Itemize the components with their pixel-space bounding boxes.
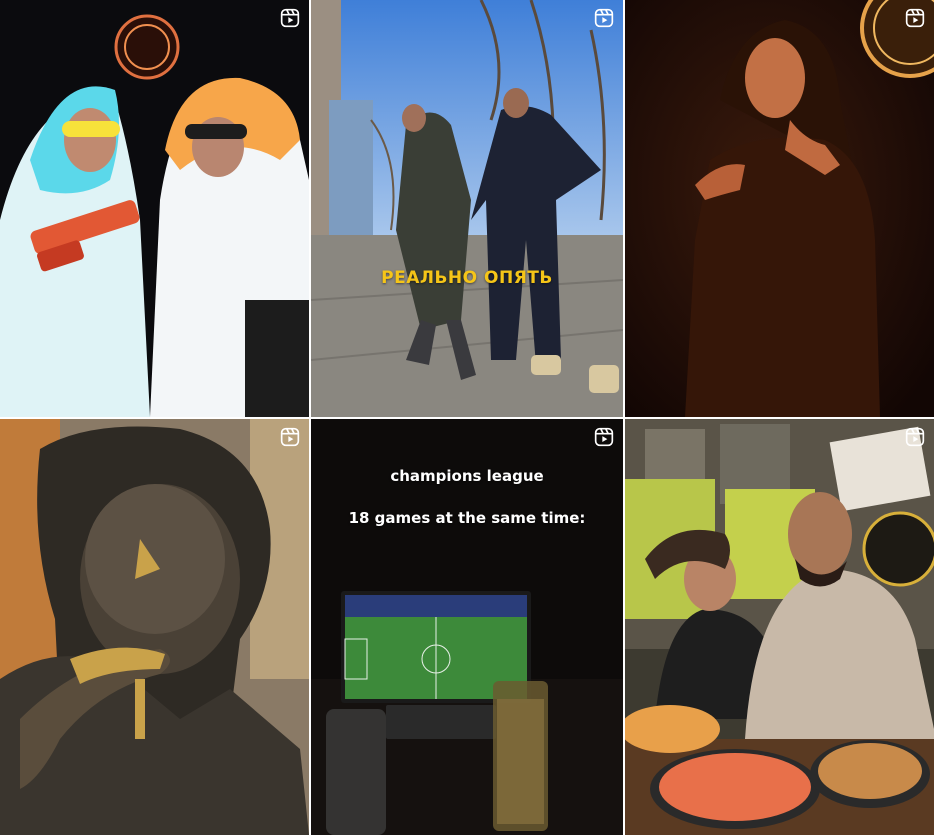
- reel-tile-6[interactable]: [625, 419, 934, 835]
- reel-thumbnail-6: [625, 419, 934, 835]
- reel-icon: [594, 8, 614, 28]
- reel-thumbnail-2: [311, 0, 623, 417]
- reel-icon: [905, 427, 925, 447]
- reel-tile-5[interactable]: champions league 18 games at the same ti…: [311, 419, 623, 835]
- reel-tile-4[interactable]: [0, 419, 309, 835]
- reel-tile-3[interactable]: [625, 0, 934, 417]
- reel-tile-2[interactable]: РЕАЛЬНО ОПЯТЬ: [311, 0, 623, 417]
- reel-thumbnail-3: [625, 0, 934, 417]
- reel-icon: [594, 427, 614, 447]
- reel-caption-line-2: 18 games at the same time:: [348, 509, 586, 527]
- reel-thumbnail-4: [0, 419, 309, 835]
- reels-grid: РЕАЛЬНО ОПЯТЬ champions league 18 games …: [0, 0, 934, 835]
- reel-tile-1[interactable]: [0, 0, 309, 417]
- reel-icon: [280, 427, 300, 447]
- reel-icon: [905, 8, 925, 28]
- reel-thumbnail-1: [0, 0, 309, 417]
- reel-caption-line-1: champions league: [390, 467, 544, 485]
- reel-icon: [280, 8, 300, 28]
- reel-caption: РЕАЛЬНО ОПЯТЬ: [381, 268, 553, 288]
